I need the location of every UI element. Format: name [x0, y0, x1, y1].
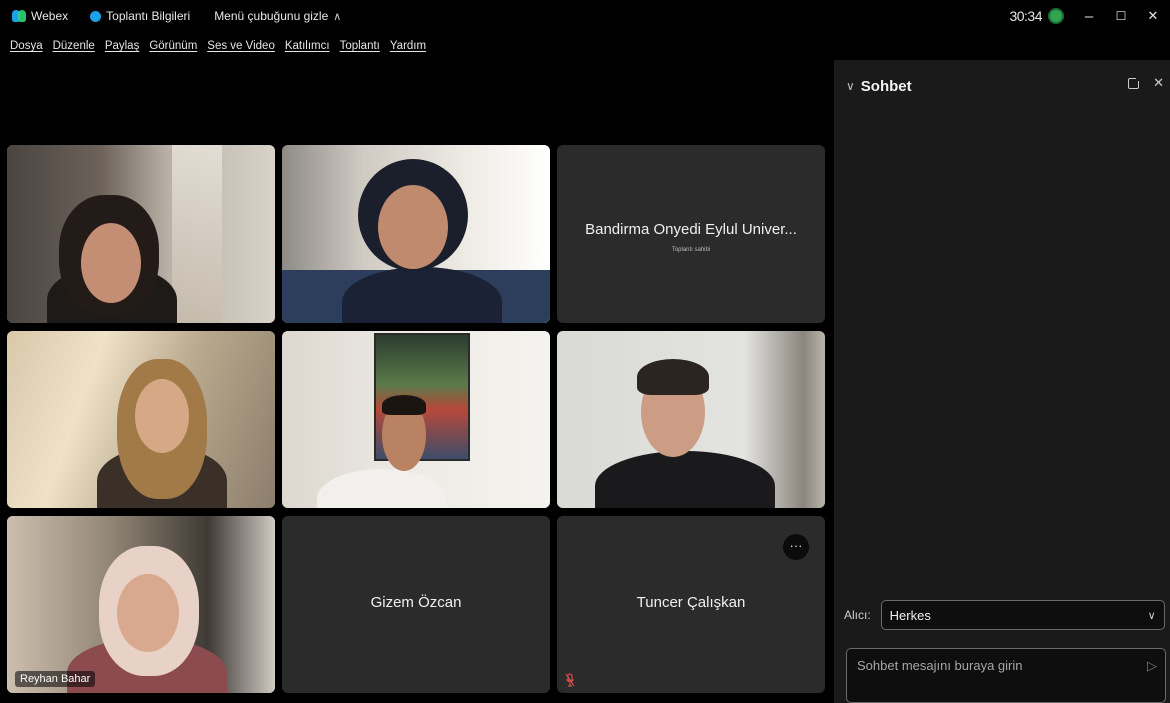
send-icon[interactable]: ▷: [1147, 658, 1157, 674]
video-tile-2[interactable]: [282, 145, 550, 323]
host-label: Toplantı sahibi: [671, 247, 711, 253]
muted-microphone-icon: [565, 673, 575, 687]
meeting-info-label: Toplantı Bilgileri: [106, 9, 191, 23]
close-chat-icon[interactable]: ✕: [1153, 75, 1164, 91]
chat-input-placeholder: Sohbet mesajını buraya girin: [857, 658, 1023, 673]
app-name: Webex: [31, 9, 69, 23]
participant-face: [117, 574, 179, 652]
recipient-label: Alıcı:: [844, 608, 871, 622]
video-tile-4[interactable]: [7, 331, 275, 508]
chevron-down-icon: ∨: [1147, 609, 1156, 622]
participant-name: Gizem Özcan: [370, 594, 462, 611]
app-title: Webex: [12, 9, 68, 23]
status-icon[interactable]: [1048, 8, 1064, 24]
menu-meeting[interactable]: Toplantı: [340, 40, 380, 52]
participant-hair: [382, 395, 426, 415]
meeting-info-button[interactable]: Toplantı Bilgileri: [90, 9, 190, 23]
participant-name: Bandirma Onyedi Eylul Univer...: [585, 221, 797, 238]
recipient-select[interactable]: Herkes ∨: [880, 600, 1165, 630]
menu-view[interactable]: Görünüm: [149, 40, 197, 52]
minimize-button[interactable]: –: [1082, 8, 1096, 25]
maximize-button[interactable]: ☐: [1114, 9, 1128, 23]
participant-face: [378, 185, 448, 269]
video-tile-9[interactable]: ··· Tuncer Çalışkan: [557, 516, 825, 693]
recipient-row: Alıcı: Herkes ∨: [844, 600, 1165, 630]
chat-panel: ∨ Sohbet ✕ Alıcı: Herkes ∨ Sohbet mesajı…: [834, 60, 1170, 703]
close-button[interactable]: ✕: [1146, 8, 1160, 24]
menu-bar: Dosya Düzenle Paylaş Görünüm Ses ve Vide…: [0, 34, 426, 58]
participant-hair: [637, 359, 709, 395]
popout-icon[interactable]: [1128, 76, 1142, 89]
hide-menu-label: Menü çubuğunu gizle: [214, 9, 329, 23]
participant-face: [135, 379, 189, 453]
info-icon: [90, 10, 102, 22]
title-bar: Webex Toplantı Bilgileri Menü çubuğunu g…: [0, 0, 1170, 32]
webex-logo-icon: [12, 10, 26, 22]
chat-header: ∨ Sohbet ✕: [834, 60, 1170, 112]
participant-name-tag: Reyhan Bahar: [15, 671, 96, 687]
video-tile-7[interactable]: Reyhan Bahar: [7, 516, 275, 693]
chat-title: Sohbet: [860, 77, 912, 95]
hide-menu-button[interactable]: Menü çubuğunu gizle ∧: [214, 9, 341, 23]
more-options-button[interactable]: ···: [783, 534, 809, 560]
window-frame: [172, 145, 222, 323]
window-controls: 30:34 – ☐ ✕: [1009, 0, 1170, 32]
participant-name: Tuncer Çalışkan: [636, 594, 746, 611]
collapse-chevron-icon[interactable]: ∨: [846, 79, 855, 93]
video-tile-6[interactable]: [557, 331, 825, 508]
video-tile-1[interactable]: [7, 145, 275, 323]
video-tile-3[interactable]: Bandirma Onyedi Eylul Univer... Toplantı…: [557, 145, 825, 323]
chat-header-actions: ✕: [1128, 75, 1164, 91]
menu-help[interactable]: Yardım: [390, 40, 426, 52]
participant-face: [81, 223, 141, 303]
recipient-value: Herkes: [889, 607, 931, 623]
video-tile-5[interactable]: [282, 331, 550, 508]
chat-message-input[interactable]: Sohbet mesajını buraya girin ▷: [846, 648, 1166, 703]
chevron-up-icon: ∧: [333, 10, 342, 23]
menu-edit[interactable]: Düzenle: [53, 40, 95, 52]
menu-audio-video[interactable]: Ses ve Video: [207, 40, 275, 52]
menu-participant[interactable]: Katılımcı: [285, 40, 330, 52]
meeting-timer: 30:34: [1009, 8, 1042, 24]
menu-share[interactable]: Paylaş: [105, 40, 140, 52]
menu-file[interactable]: Dosya: [10, 40, 43, 52]
video-tile-8[interactable]: Gizem Özcan: [282, 516, 550, 693]
